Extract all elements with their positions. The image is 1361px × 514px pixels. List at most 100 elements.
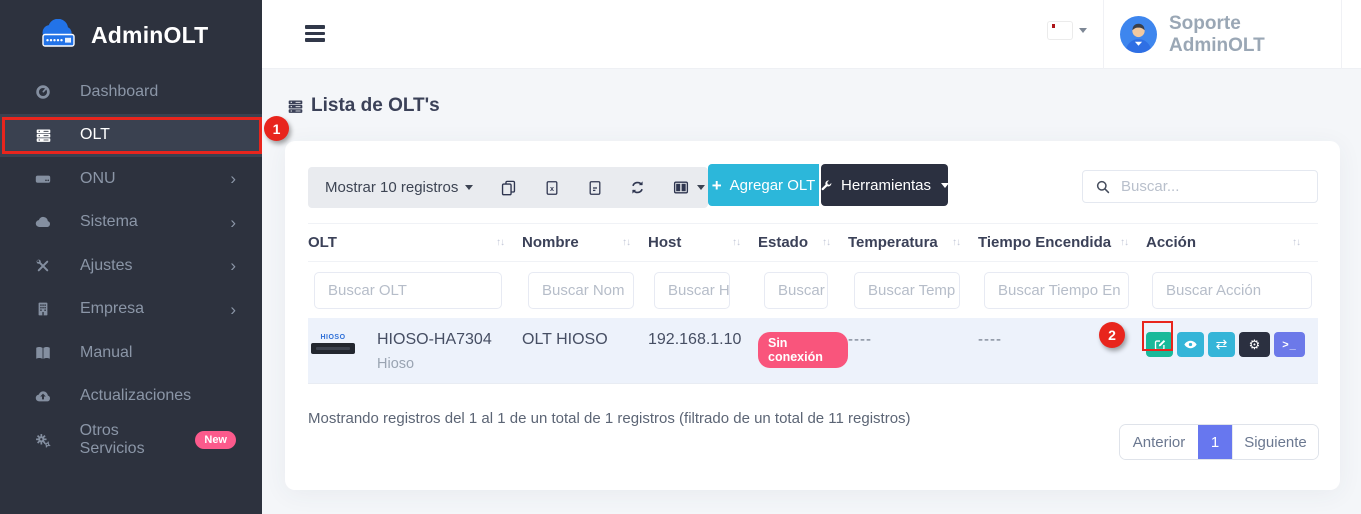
host-cell: 192.168.1.10 (648, 331, 758, 349)
sidebar-item-label: Actualizaciones (80, 387, 191, 405)
settings-button[interactable] (1239, 332, 1270, 357)
add-olt-button[interactable]: + Agregar OLT (708, 164, 819, 206)
sidebar-item-onu[interactable]: ONU › (0, 157, 262, 201)
cloud-upload-icon (33, 387, 53, 405)
user-menu[interactable]: Soporte AdminOLT (1103, 0, 1342, 69)
table-filter-row (308, 262, 1318, 318)
view-button[interactable] (1177, 332, 1204, 357)
sort-icon[interactable] (732, 237, 740, 248)
chevron-right-icon: › (230, 257, 236, 274)
tools-dropdown-button[interactable]: Herramientas (821, 164, 948, 206)
hamburger-menu-icon[interactable] (305, 25, 325, 45)
terminal-button[interactable] (1274, 332, 1305, 357)
sidebar-item-label: Ajustes (80, 257, 132, 275)
annotation-marker-1: 1 (264, 116, 289, 141)
pagination-previous[interactable]: Anterior (1120, 425, 1198, 459)
nombre-cell: OLT HIOSO (522, 331, 648, 349)
pagination-next[interactable]: Siguiente (1232, 425, 1318, 459)
olt-table: OLT Nombre Host Estado Temperatura Tiemp… (308, 223, 1318, 384)
olt-device-image: HIOSO (308, 331, 358, 372)
olt-vendor: Hioso (377, 356, 492, 372)
filter-host-input[interactable] (654, 272, 730, 309)
brand-name: AdminOLT (91, 22, 208, 49)
sidebar-item-manual[interactable]: Manual (0, 331, 262, 375)
table-info: Mostrando registros del 1 al 1 de un tot… (308, 410, 911, 427)
spain-flag-icon (1048, 22, 1072, 39)
table-controls: Mostrar 10 registros x (308, 167, 708, 208)
sort-icon[interactable] (1292, 237, 1300, 248)
sidebar-item-label: ONU (80, 170, 116, 188)
olt-model: HIOSO-HA7304 (377, 331, 492, 349)
pagination: Anterior 1 Siguiente (1120, 425, 1318, 459)
file-export-icon[interactable] (585, 178, 604, 198)
edit-button[interactable] (1146, 332, 1173, 357)
chevron-down-icon (941, 183, 949, 188)
chevron-down-icon[interactable] (697, 185, 705, 190)
pagination-page-1[interactable]: 1 (1198, 425, 1232, 459)
wrench-icon (820, 179, 833, 192)
column-header-nombre[interactable]: Nombre (522, 234, 648, 251)
table-search (1082, 170, 1318, 203)
sidebar-item-label: Manual (80, 344, 132, 362)
sidebar-item-sistema[interactable]: Sistema › (0, 201, 262, 245)
sidebar-item-dashboard[interactable]: Dashboard (0, 70, 262, 114)
sidebar-item-label: Dashboard (80, 83, 158, 101)
adminolt-logo-icon (36, 19, 82, 51)
transfer-button[interactable] (1208, 332, 1235, 357)
sidebar-item-olt[interactable]: OLT (0, 114, 262, 158)
new-badge: New (195, 431, 236, 449)
sort-icon[interactable] (622, 237, 630, 248)
column-header-temperatura[interactable]: Temperatura (848, 234, 978, 251)
filter-estado-input[interactable] (764, 272, 828, 309)
column-header-estado[interactable]: Estado (758, 234, 848, 251)
table-header-row: OLT Nombre Host Estado Temperatura Tiemp… (308, 223, 1318, 262)
filter-olt-input[interactable] (314, 272, 502, 309)
sidebar-item-actualizaciones[interactable]: Actualizaciones (0, 375, 262, 419)
brand[interactable]: AdminOLT (0, 0, 262, 70)
sidebar-item-label: Otros Servicios (80, 422, 187, 458)
search-icon (1095, 179, 1111, 195)
column-header-accion[interactable]: Acción (1146, 234, 1318, 251)
chevron-down-icon (465, 185, 473, 190)
cloud-icon (33, 213, 53, 231)
filter-temperatura-input[interactable] (854, 272, 960, 309)
sort-icon[interactable] (496, 237, 504, 248)
refresh-icon[interactable] (628, 178, 647, 198)
length-selector[interactable]: Mostrar 10 registros (325, 179, 458, 196)
server-icon (287, 98, 304, 115)
column-visibility-icon[interactable] (671, 178, 690, 198)
sidebar-item-label: Empresa (80, 300, 144, 318)
language-selector[interactable] (1048, 22, 1087, 39)
topbar: Soporte AdminOLT (262, 0, 1361, 69)
temperatura-cell: ---- (848, 331, 978, 348)
sidebar-item-ajustes[interactable]: Ajustes › (0, 244, 262, 288)
filter-nombre-input[interactable] (528, 272, 634, 309)
column-header-host[interactable]: Host (648, 234, 758, 251)
plus-icon: + (712, 177, 722, 194)
column-header-tiempo[interactable]: Tiempo Encendida (978, 234, 1146, 251)
copy-icon[interactable] (499, 178, 518, 198)
sidebar: AdminOLT Dashboard OLT ONU › (0, 0, 262, 514)
filter-tiempo-input[interactable] (984, 272, 1129, 309)
sidebar-item-empresa[interactable]: Empresa › (0, 288, 262, 332)
table-row[interactable]: HIOSO HIOSO-HA7304 Hioso OLT HIOSO 192.1… (308, 318, 1318, 384)
action-buttons (1146, 332, 1318, 357)
chevron-right-icon: › (230, 301, 236, 318)
server-icon (33, 127, 53, 144)
excel-export-icon[interactable]: x (542, 178, 561, 198)
column-header-olt[interactable]: OLT (308, 234, 522, 251)
building-icon (33, 300, 53, 318)
chevron-right-icon: › (230, 214, 236, 231)
sort-icon[interactable] (1120, 237, 1128, 248)
book-icon (33, 344, 53, 362)
tools-icon (33, 257, 53, 275)
estado-cell: Sin conexión (758, 331, 848, 368)
sidebar-item-otros-servicios[interactable]: Otros Servicios New (0, 418, 262, 462)
sort-icon[interactable] (822, 237, 830, 248)
search-input[interactable] (1121, 178, 1291, 195)
avatar (1120, 16, 1157, 53)
sort-icon[interactable] (952, 237, 960, 248)
filter-accion-input[interactable] (1152, 272, 1312, 309)
annotation-marker-2: 2 (1099, 322, 1125, 348)
status-badge: Sin conexión (758, 332, 848, 368)
